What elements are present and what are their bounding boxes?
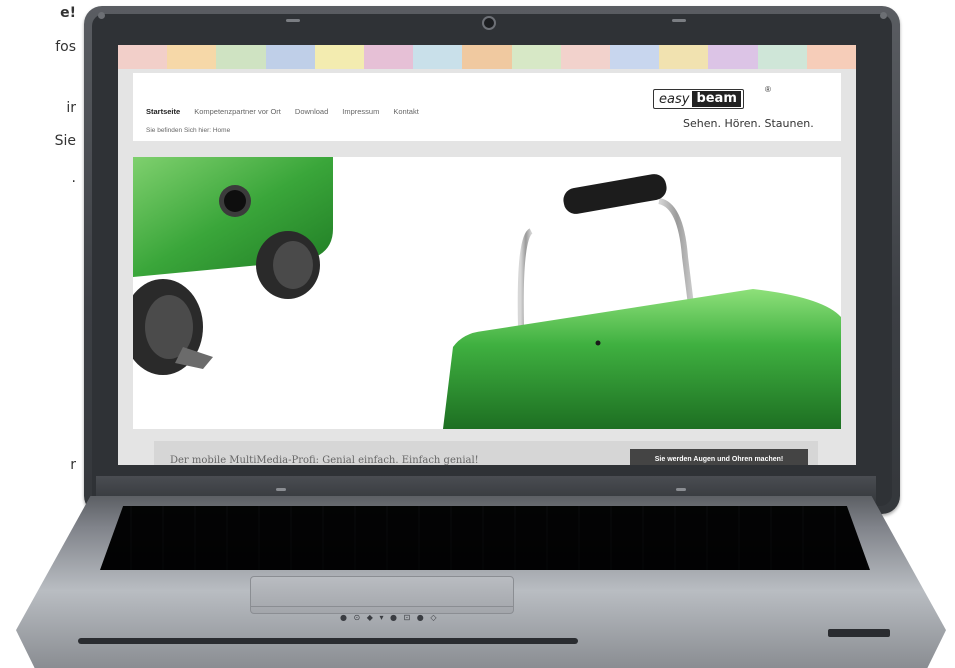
nav-kompetenzpartner[interactable]: Kompetenzpartner vor Ort [194, 107, 281, 116]
stripe-swatch [659, 45, 709, 69]
stripe-swatch [610, 45, 660, 69]
stripe-swatch [216, 45, 266, 69]
keyboard [100, 506, 870, 570]
teaser-text: Der mobile MultiMedia-Profi: Genial einf… [170, 455, 479, 465]
left-text-line-6: r [70, 457, 76, 473]
card-reader-port [828, 629, 890, 637]
laptop-screen: Startseite Kompetenzpartner vor Ort Down… [118, 45, 856, 465]
front-slot [78, 638, 578, 644]
tagline: Sehen. Hören. Staunen. [683, 117, 814, 130]
easybeam-logo[interactable]: easy beam [653, 89, 744, 109]
left-text-line-2: fos [55, 39, 76, 55]
nav-kontakt[interactable]: Kontakt [393, 107, 418, 116]
hero-image [133, 157, 841, 429]
teaser-bar: Der mobile MultiMedia-Profi: Genial einf… [154, 441, 818, 465]
cta-button[interactable]: Sie werden Augen und Ohren machen! [630, 449, 808, 465]
nav-startseite[interactable]: Startseite [146, 107, 180, 116]
stripe-swatch [364, 45, 414, 69]
breadcrumb: Sie befinden Sich hier: Home [146, 127, 231, 134]
hinge-led [276, 488, 286, 491]
stripe-swatch [757, 45, 807, 69]
stripe-swatch [314, 45, 365, 69]
nav-download[interactable]: Download [295, 107, 328, 116]
indicator-lights: ● ⊙ ◆ ▾ ● ⊡ ● ◇ [340, 613, 439, 622]
left-text-line-5: . [71, 170, 76, 186]
touchpad[interactable] [250, 576, 514, 614]
stripe-swatch [167, 45, 217, 69]
product-photo [133, 157, 841, 429]
screw-icon [880, 12, 887, 19]
left-text-line-4: Sie [54, 133, 76, 149]
status-led [672, 19, 686, 22]
stripe-swatch [806, 45, 856, 69]
stripe-swatch [511, 45, 561, 69]
stripe-swatch [708, 45, 758, 69]
registered-mark: ® [765, 85, 771, 94]
stripe-swatch [413, 45, 463, 69]
stripe-swatch [560, 45, 611, 69]
screw-icon [98, 12, 105, 19]
stripe-swatch [265, 45, 315, 69]
webcam-icon [482, 16, 496, 30]
stripe-swatch [118, 45, 168, 69]
logo-easy-text: easy [659, 91, 690, 107]
site-header: Startseite Kompetenzpartner vor Ort Down… [133, 73, 841, 141]
main-navigation: Startseite Kompetenzpartner vor Ort Down… [146, 107, 419, 116]
left-text-line-3: ir [66, 100, 76, 116]
color-stripe-header [118, 45, 856, 69]
status-led [286, 19, 300, 22]
left-text-line-1: e! [60, 5, 76, 21]
logo-beam-text: beam [692, 91, 741, 107]
hinge-led [676, 488, 686, 491]
nav-impressum[interactable]: Impressum [342, 107, 379, 116]
stripe-swatch [462, 45, 512, 69]
touchpad-divider [251, 606, 513, 607]
